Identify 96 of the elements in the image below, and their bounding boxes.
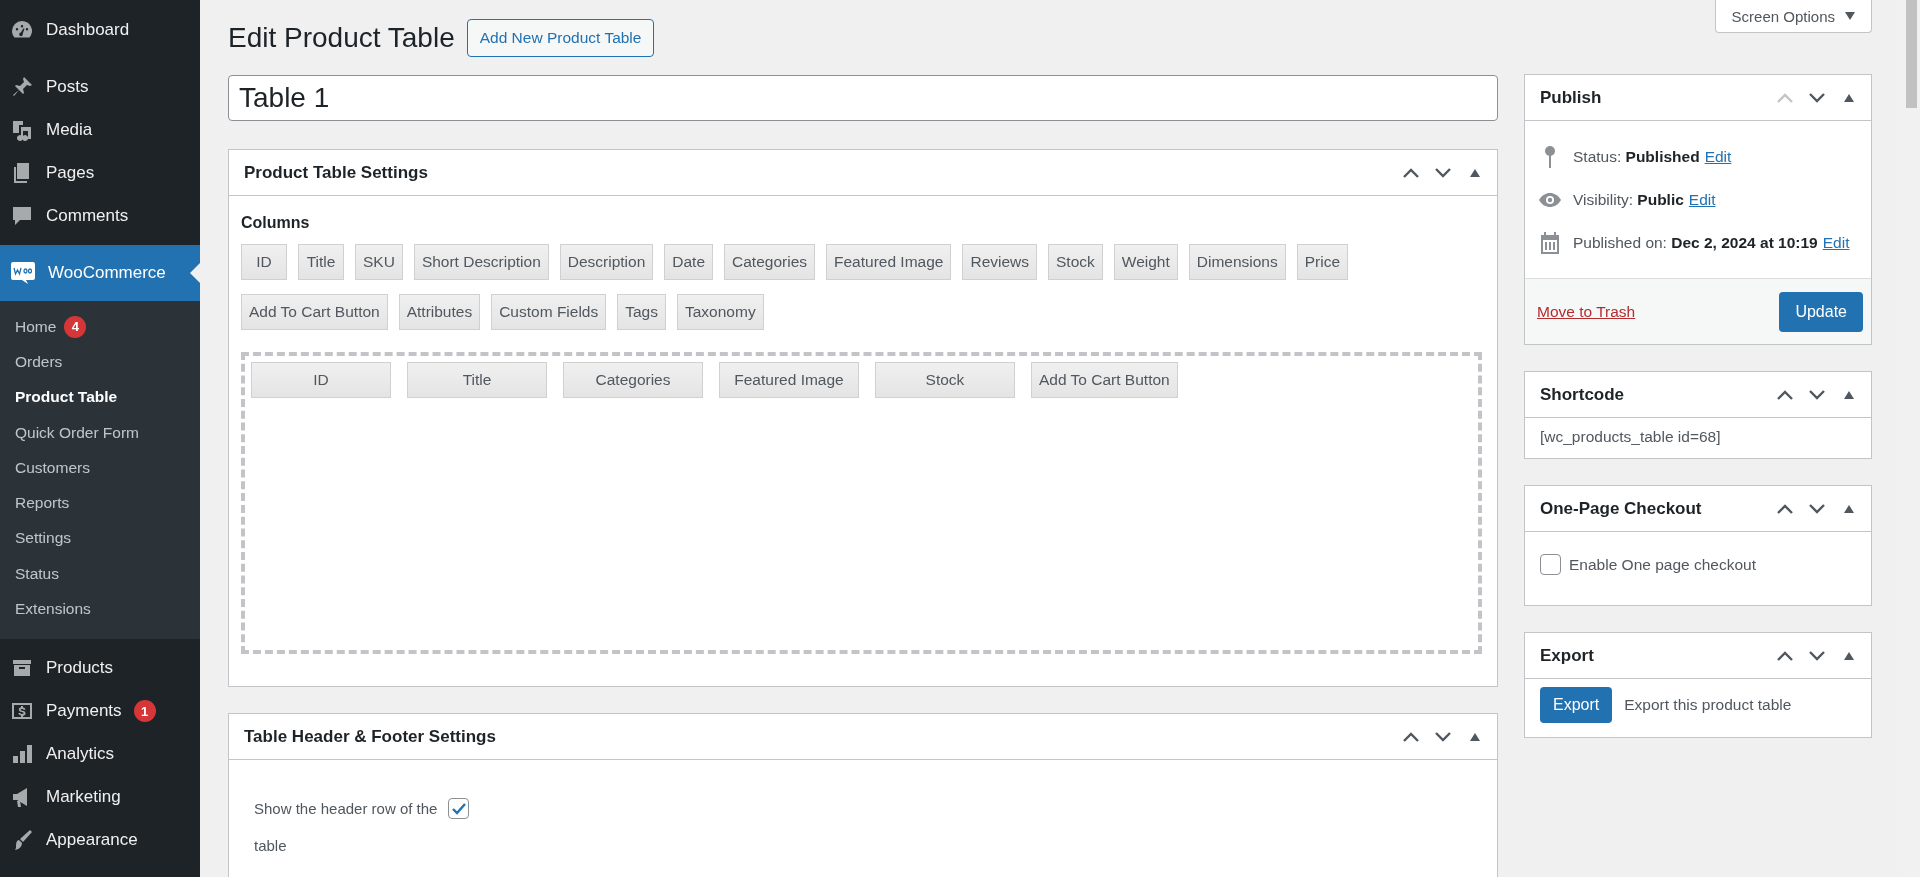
chevron-up-icon xyxy=(1776,649,1794,662)
column-chip[interactable]: Dimensions xyxy=(1188,244,1286,280)
export-button[interactable]: Export xyxy=(1540,687,1613,723)
update-button[interactable]: Update xyxy=(1779,291,1863,332)
column-chip[interactable]: Add To Cart Button xyxy=(1031,362,1178,398)
column-chip[interactable]: Categories xyxy=(724,244,815,280)
column-chip[interactable]: Description xyxy=(559,244,654,280)
panel-title: Publish xyxy=(1540,87,1602,108)
submenu-item[interactable]: Product Table xyxy=(0,379,200,415)
column-chip[interactable]: Short Description xyxy=(413,244,549,280)
submenu-item[interactable]: Orders xyxy=(0,344,200,380)
submenu-item[interactable]: Quick Order Form xyxy=(0,414,200,451)
sidebar-item[interactable]: Media xyxy=(0,108,200,151)
status-text: Visibility: Public xyxy=(1573,190,1684,209)
triangle-up-icon xyxy=(1844,93,1854,102)
edit-link[interactable]: Edit xyxy=(1688,190,1716,209)
columns-label: Columns xyxy=(241,214,311,232)
column-chip[interactable]: ID xyxy=(241,244,287,280)
panel-title: Table Header & Footer Settings xyxy=(244,726,496,747)
column-chip[interactable]: Stock xyxy=(875,362,1015,398)
triangle-up-icon xyxy=(1844,390,1854,399)
column-chip[interactable]: Weight xyxy=(1113,244,1178,280)
sidebar-item[interactable]: Posts xyxy=(0,65,200,108)
chevron-down-icon xyxy=(1434,166,1452,179)
edit-link[interactable]: Edit xyxy=(1704,147,1732,166)
status-text: Status: Published xyxy=(1573,147,1700,166)
submenu-item[interactable]: Reports xyxy=(0,485,200,521)
count-badge: 4 xyxy=(64,315,87,338)
column-chip[interactable]: Add To Cart Button xyxy=(241,294,388,330)
panel-title: Export xyxy=(1540,645,1594,666)
sidebar-item[interactable]: Dashboard xyxy=(0,8,200,51)
sidebar-item[interactable]: Analytics xyxy=(0,732,200,776)
sidebar-item[interactable]: Appearance xyxy=(0,818,200,862)
sidebar-item[interactable]: Comments xyxy=(0,194,200,237)
column-chip[interactable]: Price xyxy=(1296,244,1349,280)
chevron-up-icon xyxy=(1776,502,1794,515)
column-chip[interactable]: Tags xyxy=(617,294,666,330)
chevron-down-icon xyxy=(1808,649,1826,662)
move-to-trash-link[interactable]: Move to Trash xyxy=(1537,302,1636,321)
submenu-item[interactable]: Status xyxy=(0,556,200,592)
column-chip[interactable]: Featured Image xyxy=(826,244,952,280)
column-chip[interactable]: SKU xyxy=(355,244,403,280)
submenu-item[interactable]: Extensions xyxy=(0,591,200,627)
panel-title: Product Table Settings xyxy=(244,162,428,183)
column-chip[interactable]: Attributes xyxy=(398,294,481,330)
submenu-item[interactable]: Settings xyxy=(0,520,200,557)
option-label: Show the header row of the table xyxy=(254,800,438,854)
woo-logo-icon xyxy=(10,261,36,285)
sidebar-item[interactable]: WooCommerce xyxy=(0,245,200,301)
column-chip[interactable]: Date xyxy=(664,244,714,280)
triangle-up-icon xyxy=(1470,732,1480,741)
column-chip[interactable]: Stock xyxy=(1048,244,1103,280)
column-chip[interactable]: Title xyxy=(298,244,344,280)
submenu-item[interactable]: Customers xyxy=(0,450,200,486)
chevron-up-icon xyxy=(1402,730,1420,743)
shortcode-text: [wc_products_table id=68] xyxy=(1540,428,1722,446)
edit-link[interactable]: Edit xyxy=(1822,233,1850,252)
chevron-down-icon xyxy=(1808,502,1826,515)
sidebar-item[interactable]: Pages xyxy=(0,151,200,194)
triangle-up-icon xyxy=(1844,504,1854,513)
chevron-up-icon xyxy=(1776,91,1794,104)
panel-title: One-Page Checkout xyxy=(1540,498,1702,519)
chevron-up-icon xyxy=(1402,166,1420,179)
screen-options-button[interactable]: Screen Options xyxy=(1714,0,1872,33)
page-title: Edit Product Table xyxy=(228,21,455,54)
checkbox[interactable] xyxy=(1540,554,1561,575)
column-chip[interactable]: Taxonomy xyxy=(677,294,764,330)
eye-icon xyxy=(1538,191,1562,208)
triangle-up-icon xyxy=(1470,168,1480,177)
sidebar-item[interactable]: Products xyxy=(0,646,200,690)
count-badge: 1 xyxy=(133,700,156,723)
chevron-down-icon xyxy=(1434,730,1452,743)
option-label: Enable One page checkout xyxy=(1569,555,1756,574)
checkbox[interactable] xyxy=(448,798,469,819)
submenu-item[interactable]: Home 4 xyxy=(0,309,200,345)
column-chip[interactable]: Categories xyxy=(563,362,703,398)
sidebar-item[interactable]: Payments 1 xyxy=(0,689,200,733)
column-chip[interactable]: Title xyxy=(407,362,547,398)
panel-title: Shortcode xyxy=(1540,384,1625,405)
status-text: Published on: Dec 2, 2024 at 10:19 xyxy=(1573,233,1818,252)
column-chip[interactable]: Featured Image xyxy=(719,362,859,398)
triangle-up-icon xyxy=(1844,651,1854,660)
sidebar-item[interactable]: Marketing xyxy=(0,775,200,819)
add-new-button[interactable]: Add New Product Table xyxy=(466,18,655,57)
column-chip[interactable]: ID xyxy=(251,362,391,398)
calendar-icon xyxy=(1540,231,1560,254)
chevron-down-icon xyxy=(1808,91,1826,104)
chevron-up-icon xyxy=(1776,388,1794,401)
column-chip[interactable]: Custom Fields xyxy=(491,294,607,330)
checkmark-icon xyxy=(450,801,467,816)
column-chip[interactable]: Reviews xyxy=(962,244,1038,280)
title-input-field[interactable]: Table 1 xyxy=(228,75,1498,121)
triangle-down-icon xyxy=(1845,12,1855,20)
chevron-down-icon xyxy=(1808,388,1826,401)
export-description: Export this product table xyxy=(1624,696,1792,714)
pin-icon xyxy=(1544,144,1556,169)
